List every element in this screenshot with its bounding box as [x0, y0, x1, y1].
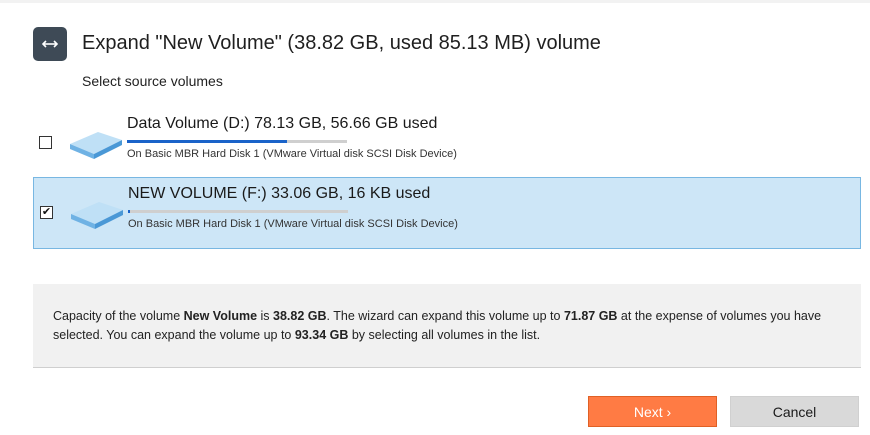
info-text-part: Capacity of the volume: [53, 309, 184, 323]
usage-bar: [128, 210, 348, 213]
usage-bar-fill: [128, 210, 130, 213]
volume-row-f[interactable]: ✔ NEW VOLUME (F:) 33.06 GB, 16 KB used O…: [33, 177, 861, 249]
usage-bar: [127, 140, 347, 143]
info-volume-name: New Volume: [183, 309, 258, 323]
volume-checkbox-f[interactable]: ✔: [40, 206, 53, 219]
drive-icon: [71, 202, 123, 229]
dialog-subtitle: Select source volumes: [82, 73, 223, 89]
usage-bar-fill: [127, 140, 287, 143]
volume-name: Data Volume (D:) 78.13 GB, 56.66 GB used: [127, 115, 438, 132]
volume-checkbox-d[interactable]: [39, 136, 52, 149]
info-text-part: is: [257, 309, 274, 323]
info-text-part: . The wizard can expand this volume up t…: [326, 309, 564, 323]
dialog-title: Expand "New Volume" (38.82 GB, used 85.1…: [82, 32, 601, 54]
next-button[interactable]: Next ›: [588, 396, 717, 427]
top-divider: [0, 0, 870, 3]
expand-arrows-icon: [33, 27, 67, 61]
info-text: Capacity of the volume New Volume is 38.…: [53, 307, 843, 345]
volume-row-d[interactable]: Data Volume (D:) 78.13 GB, 56.66 GB used…: [33, 108, 861, 180]
info-panel: Capacity of the volume New Volume is 38.…: [33, 284, 861, 368]
info-capacity: 38.82 GB: [273, 309, 327, 323]
drive-icon: [70, 132, 122, 159]
volume-name: NEW VOLUME (F:) 33.06 GB, 16 KB used: [128, 185, 431, 202]
info-expand-to: 71.87 GB: [563, 309, 618, 323]
info-max-expand: 93.34 GB: [294, 328, 349, 342]
info-text-part: by selecting all volumes in the list.: [348, 328, 541, 342]
volume-location: On Basic MBR Hard Disk 1 (VMware Virtual…: [127, 148, 457, 160]
volume-location: On Basic MBR Hard Disk 1 (VMware Virtual…: [128, 218, 458, 230]
cancel-button[interactable]: Cancel: [730, 396, 859, 427]
